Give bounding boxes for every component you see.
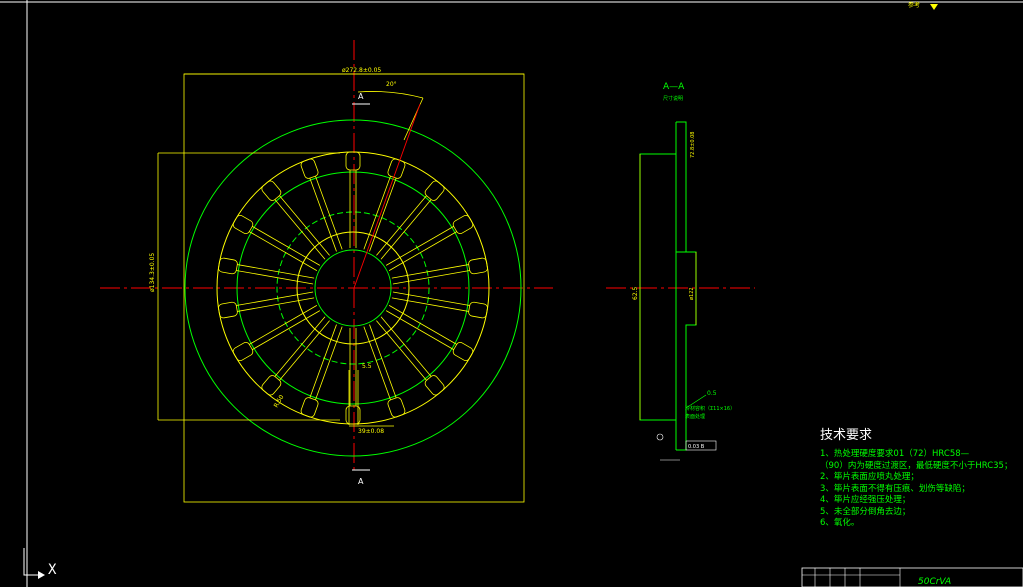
finger-window (387, 397, 406, 418)
dim-section-thick: 72.8±0.08 (690, 132, 696, 158)
finger-window (218, 301, 238, 319)
finger-slot (236, 291, 315, 312)
weld-note-2: 表面处理 (685, 413, 705, 420)
spring-finger (391, 291, 488, 319)
dim-slot-length: 39±0.08 (358, 428, 384, 435)
corner-marker-icon (930, 4, 938, 10)
section-label-bottom: A (358, 477, 364, 486)
datum-symbol (656, 433, 664, 441)
dim-section-height: 62.5 (632, 286, 639, 300)
flatness-tolerance: 0.03 B (688, 444, 705, 450)
finger-slot (236, 264, 315, 285)
notes-line: 3、筚片表面不得有压痕、划伤等缺陷； (820, 483, 970, 494)
finger-slot (385, 305, 457, 350)
finger-slot (385, 226, 457, 271)
notes-line: 1、热处理硬度要求01（72）HRC58— (820, 449, 970, 459)
spring-finger (345, 151, 361, 248)
finger-slot (274, 195, 330, 260)
section-outline-right (676, 121, 697, 451)
finger-slot (349, 170, 357, 248)
ucs-arrow-icon (38, 571, 45, 579)
section-subtitle: 尺寸说明 (663, 95, 683, 102)
notes-title: 技术要求 (820, 428, 873, 443)
spring-finger (218, 291, 315, 319)
spring-finger (376, 180, 445, 260)
dim-inner-box: ø134.3±0.05 (149, 253, 156, 292)
material-label: 50CrVA (918, 577, 952, 587)
finger-slot (376, 316, 432, 381)
notes-line: 6、氧化。 (820, 518, 860, 528)
section-outline-left (639, 122, 677, 421)
ucs-x-label: X (48, 562, 57, 578)
finger-slot (391, 291, 470, 312)
notes-line: 5、未全部分倒角去边； (820, 506, 911, 517)
finger-slot (376, 195, 432, 260)
finger-slot (309, 175, 343, 252)
spring-finger (261, 316, 330, 396)
title-block (801, 567, 1023, 587)
spring-finger (363, 158, 406, 252)
spring-finger (376, 316, 445, 396)
finger-slot (349, 328, 357, 406)
spring-finger (363, 324, 406, 418)
notes-line: 4、筚片应经强压处理； (820, 495, 911, 505)
notes-line: （90）内为硬度过渡区，最低硬度不小于HRC35； (820, 460, 1013, 471)
spring-finger (300, 324, 343, 418)
finger-window (345, 151, 361, 171)
technical-notes: 技术要求 1、热处理硬度要求01（72）HRC58— （90）内为硬度过渡区，最… (820, 424, 1012, 530)
section-label-top: A (358, 92, 364, 101)
dim-radius: R.50 (273, 394, 286, 409)
angle-arc (357, 91, 424, 99)
finger-window (218, 257, 238, 275)
spring-finger (300, 158, 343, 252)
section-title: A—A (663, 82, 685, 92)
spring-finger (391, 257, 488, 285)
finger-window (468, 257, 488, 275)
angle-reference-line (353, 103, 421, 289)
weld-note: 冷材容积（Σ11×16） (685, 405, 735, 412)
spring-finger (218, 257, 315, 285)
spring-finger (261, 180, 330, 260)
dim-slot-width: 5.5 (362, 363, 372, 370)
dim-section-inner: ø122 (689, 287, 695, 300)
corner-label: 参考 (908, 2, 921, 9)
dim-angle: 20° (386, 81, 397, 88)
finger-window (468, 301, 488, 319)
finger-slot (391, 264, 470, 285)
finger-window (300, 158, 319, 179)
finger-window (300, 397, 319, 418)
finger-slot (274, 316, 330, 381)
finger-slot (249, 226, 321, 271)
notes-line: 2、筚片表面应喷丸处理； (820, 472, 919, 482)
dim-roughness: 0.5 (707, 390, 717, 397)
dim-outer-diameter: ø272.8±0.05 (342, 67, 381, 74)
finger-slot (249, 305, 321, 350)
ucs-icon (23, 548, 38, 576)
